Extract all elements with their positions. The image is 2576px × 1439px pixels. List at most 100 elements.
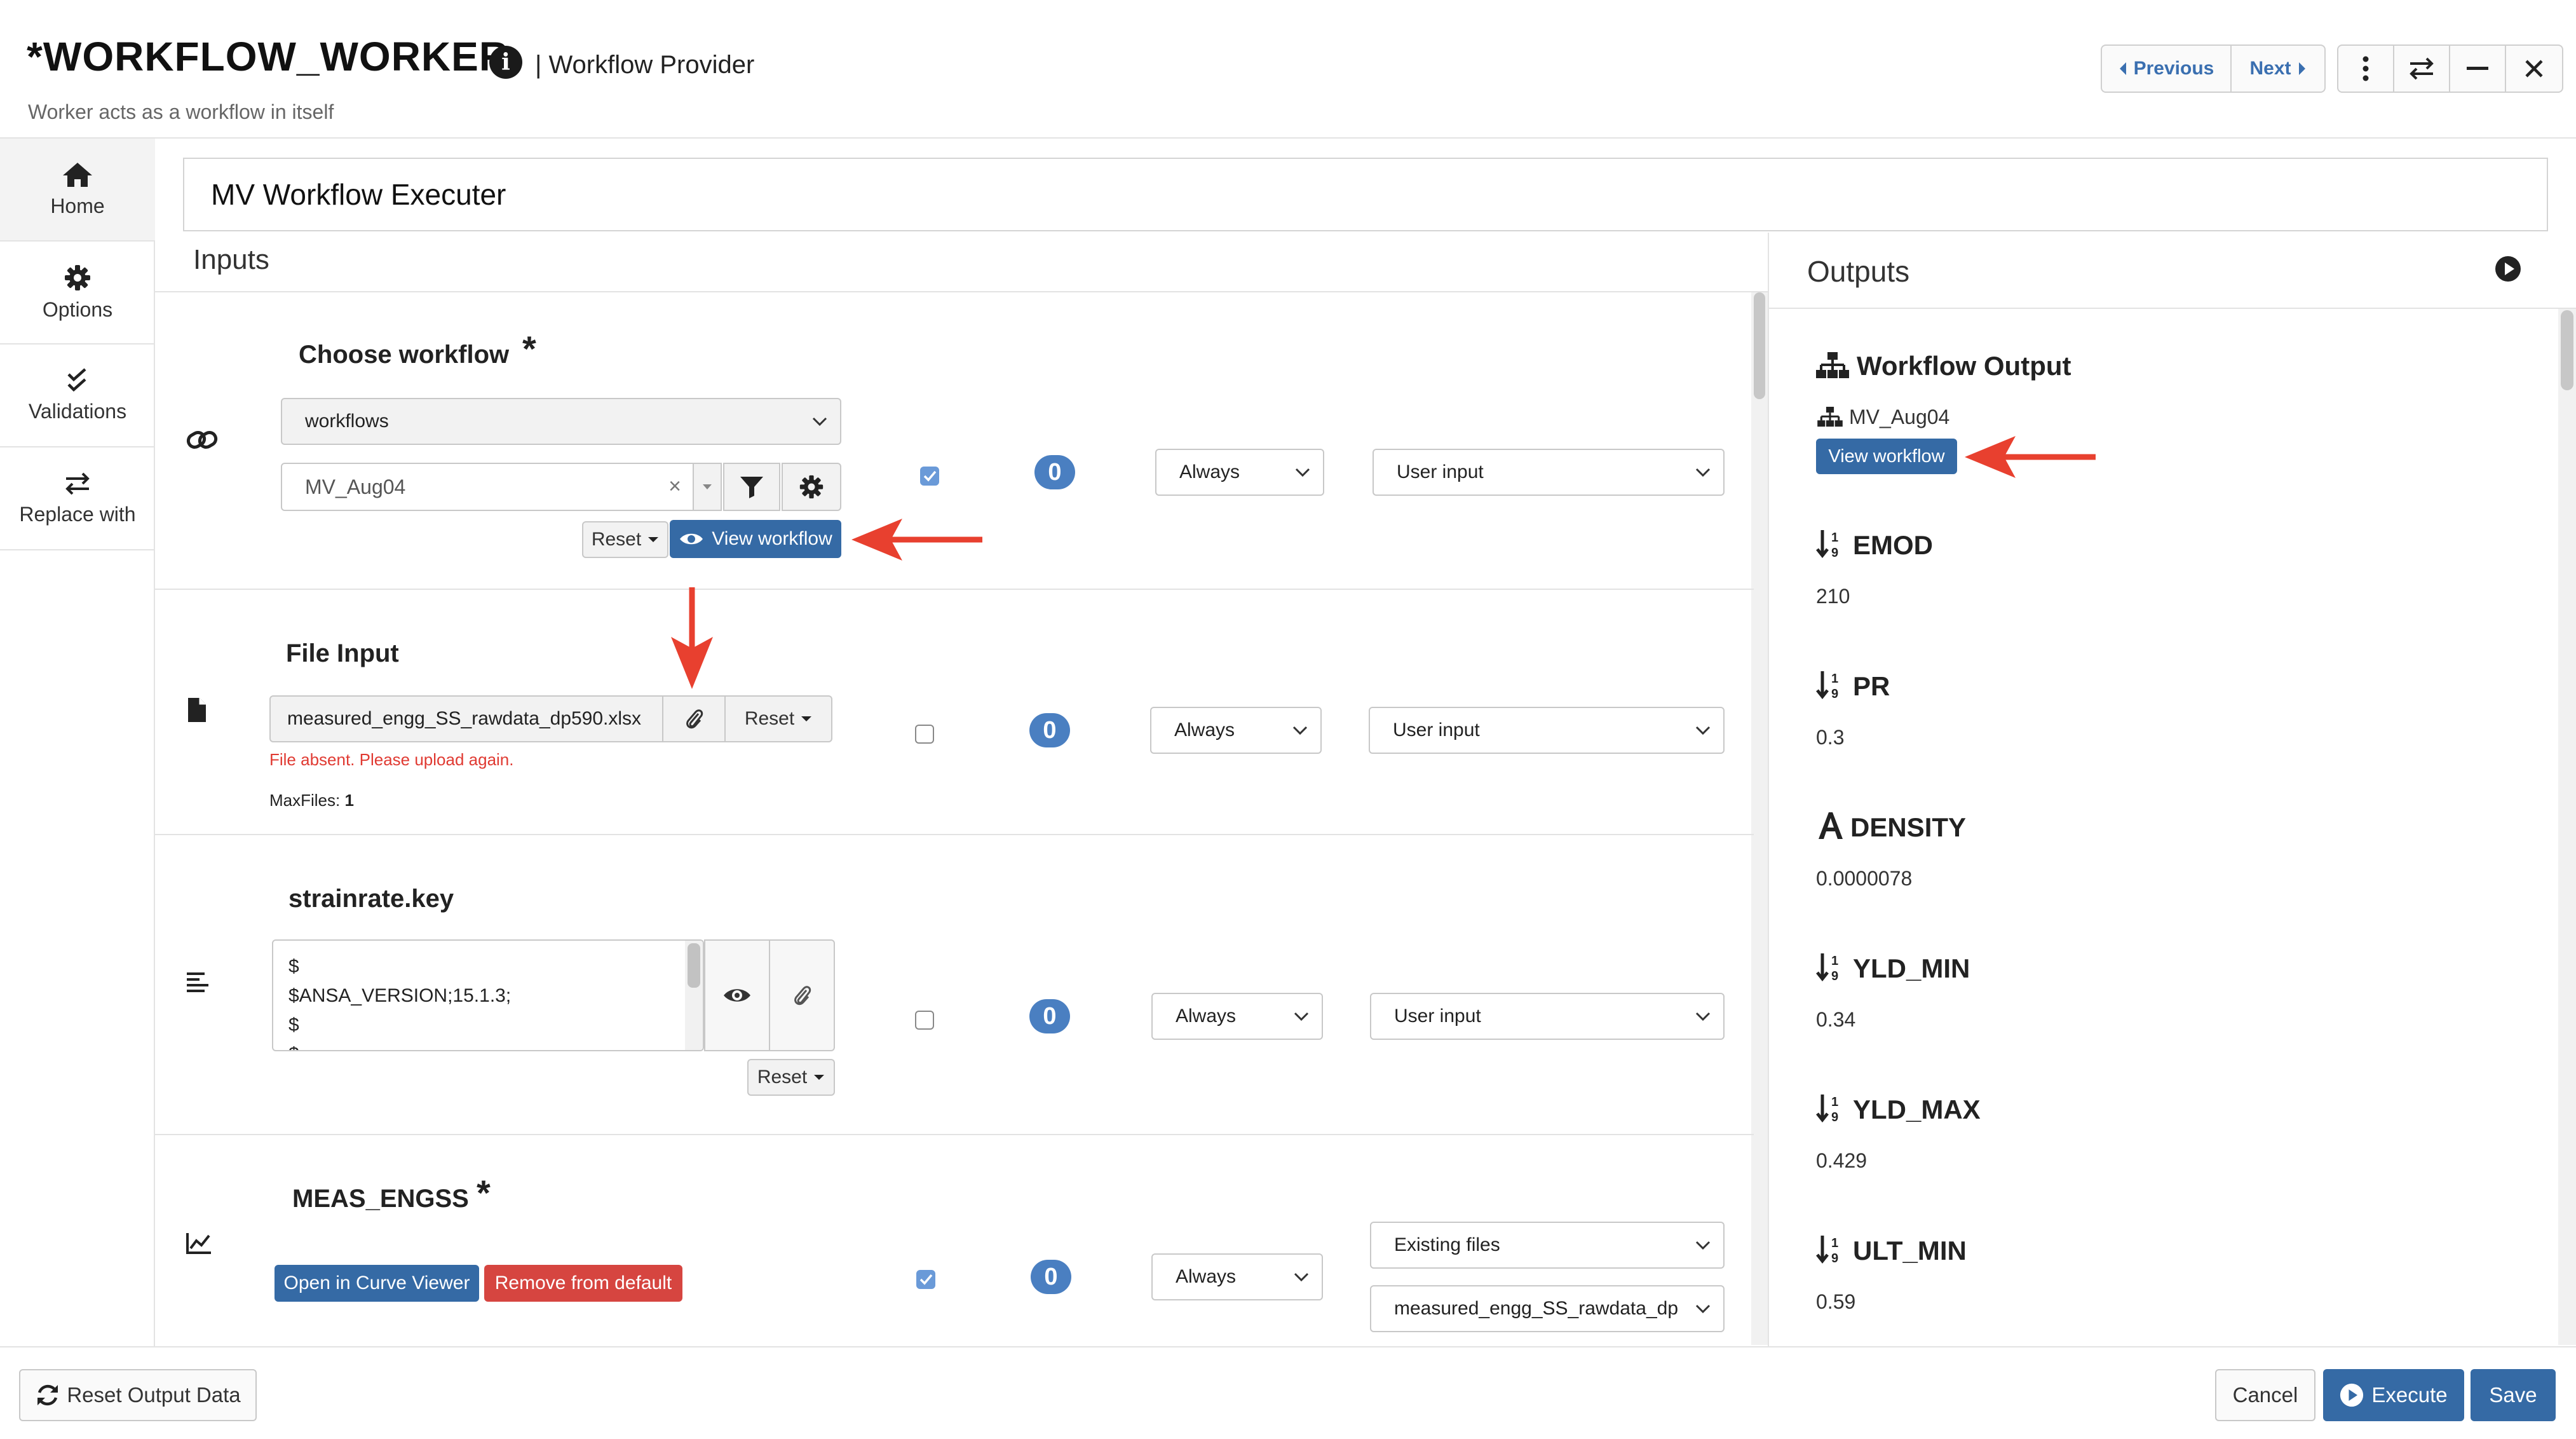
workflow-reset-button[interactable]: Reset — [582, 521, 668, 558]
workflow-select[interactable]: MV_Aug04 × — [281, 463, 722, 511]
output-value: 0.34 — [1816, 1008, 1856, 1031]
more-menu-button[interactable] — [2338, 46, 2394, 92]
link-icon — [186, 431, 218, 449]
next-button[interactable]: Next — [2232, 46, 2324, 92]
sidebar-item-validations[interactable]: Validations — [0, 344, 155, 447]
attach-file-button[interactable] — [662, 695, 726, 742]
open-curve-viewer-button[interactable]: Open in Curve Viewer — [275, 1265, 479, 1302]
sort-numeric-icon: 19 — [1816, 671, 1838, 699]
svg-text:9: 9 — [1831, 687, 1838, 699]
source-value: Existing files — [1394, 1234, 1500, 1255]
line-chart-icon — [186, 1233, 211, 1254]
swap-button[interactable] — [2394, 46, 2450, 92]
play-circle-icon[interactable] — [2495, 256, 2521, 282]
max-files-label: MaxFiles: — [269, 791, 341, 810]
output-value: 210 — [1816, 585, 1850, 608]
cancel-button[interactable]: Cancel — [2215, 1369, 2315, 1421]
svg-text:1: 1 — [1831, 531, 1838, 545]
choose-workflow-checkbox[interactable] — [920, 467, 939, 486]
execute-button[interactable]: Execute — [2323, 1369, 2464, 1421]
prev-next-group: Previous Next — [2101, 44, 2326, 93]
preview-button[interactable] — [704, 939, 770, 1051]
count-badge: 0 — [1031, 1260, 1071, 1294]
textarea-line: $ANSA_VERSION;15.1.3; — [288, 985, 512, 1006]
inputs-scrollbar-thumb[interactable] — [1754, 292, 1765, 399]
kebab-icon — [2362, 56, 2369, 81]
workflow-dropdown-toggle[interactable] — [693, 464, 721, 510]
clear-icon[interactable]: × — [668, 474, 681, 499]
sort-numeric-icon: 19 — [1816, 530, 1838, 558]
textarea-line: $ — [288, 1014, 299, 1035]
reset-output-button[interactable]: Reset Output Data — [19, 1369, 257, 1421]
previous-button[interactable]: Previous — [2102, 46, 2232, 92]
file-reset-button[interactable]: Reset — [724, 695, 832, 742]
remove-from-default-button[interactable]: Remove from default — [484, 1265, 682, 1302]
required-marker: * — [477, 1173, 491, 1213]
textarea-scrollbar-thumb[interactable] — [688, 943, 700, 988]
svg-text:1: 1 — [1831, 1095, 1838, 1109]
window-controls — [2337, 44, 2563, 93]
meas-engss-checkbox[interactable] — [916, 1270, 935, 1289]
info-icon[interactable]: i — [489, 46, 522, 79]
source-select[interactable]: User input — [1370, 993, 1725, 1040]
inputs-heading: Inputs — [193, 244, 269, 275]
existing-file-select[interactable]: measured_engg_SS_rawdata_dp — [1370, 1285, 1725, 1332]
workflow-output-label: Workflow Output — [1857, 351, 2071, 381]
workflow-select-value: MV_Aug04 — [305, 475, 406, 498]
workflow-name-input[interactable]: MV Workflow Executer — [183, 158, 2548, 231]
row-divider — [155, 834, 1754, 835]
chevron-down-icon — [1695, 1012, 1711, 1021]
svg-text:9: 9 — [1831, 969, 1838, 981]
minimize-icon — [2467, 67, 2488, 70]
gear-icon — [65, 264, 90, 290]
view-workflow-button[interactable]: View workflow — [670, 520, 841, 558]
sidebar-item-home[interactable]: Home — [0, 139, 155, 242]
annotation-arrow-left — [1965, 436, 2096, 478]
source-select[interactable]: Existing files — [1370, 1222, 1725, 1269]
workflow-settings-button[interactable] — [782, 463, 841, 511]
chevron-down-icon — [1292, 726, 1308, 735]
page-subtitle: Worker acts as a workflow in itself — [28, 100, 334, 123]
double-check-icon — [67, 367, 86, 392]
frequency-select[interactable]: Always — [1150, 707, 1322, 754]
output-view-workflow-button[interactable]: View workflow — [1816, 439, 1957, 474]
workflow-category-select[interactable]: workflows — [281, 398, 841, 445]
frequency-select[interactable]: Always — [1155, 449, 1324, 496]
chevron-down-icon — [1695, 1304, 1711, 1313]
source-select[interactable]: User input — [1373, 449, 1725, 496]
attach-file-button[interactable] — [769, 939, 835, 1051]
filter-button[interactable] — [723, 463, 780, 511]
frequency-select[interactable]: Always — [1151, 993, 1323, 1040]
outputs-scrollbar[interactable] — [2558, 309, 2576, 1345]
save-button[interactable]: Save — [2471, 1369, 2556, 1421]
output-name: PR — [1853, 671, 1890, 701]
file-input-field[interactable]: measured_engg_SS_rawdata_dp590.xlsx — [269, 695, 663, 742]
strainrate-label: strainrate.key — [288, 885, 454, 913]
checkmark-icon — [923, 470, 937, 482]
output-name: YLD_MIN — [1853, 953, 1970, 983]
source-select[interactable]: User input — [1369, 707, 1725, 754]
textarea-line: $ — [288, 956, 299, 977]
output-value: 0.59 — [1816, 1290, 1856, 1313]
close-icon — [2525, 60, 2543, 78]
source-value: User input — [1397, 461, 1484, 482]
svg-text:9: 9 — [1831, 546, 1838, 558]
refresh-icon — [37, 1384, 58, 1406]
outputs-scrollbar-thumb[interactable] — [2561, 310, 2573, 390]
close-button[interactable] — [2506, 46, 2562, 92]
strainrate-reset-button[interactable]: Reset — [747, 1059, 835, 1096]
reset-label: Reset — [591, 529, 642, 550]
minimize-button[interactable] — [2450, 46, 2506, 92]
sidebar-item-options[interactable]: Options — [0, 242, 155, 344]
frequency-select[interactable]: Always — [1151, 1253, 1323, 1300]
strainrate-textarea[interactable]: $ $ANSA_VERSION;15.1.3; $ $ — [272, 939, 704, 1051]
strainrate-checkbox[interactable] — [915, 1011, 934, 1030]
paperclip-icon — [686, 709, 703, 729]
file-input-checkbox[interactable] — [915, 725, 934, 744]
reset-output-label: Reset Output Data — [67, 1383, 241, 1407]
inputs-scrollbar[interactable] — [1751, 292, 1768, 1345]
sitemap-icon — [1816, 352, 1849, 378]
sidebar-item-replace[interactable]: Replace with — [0, 447, 155, 550]
svg-text:9: 9 — [1831, 1251, 1838, 1264]
frequency-value: Always — [1176, 1006, 1237, 1026]
